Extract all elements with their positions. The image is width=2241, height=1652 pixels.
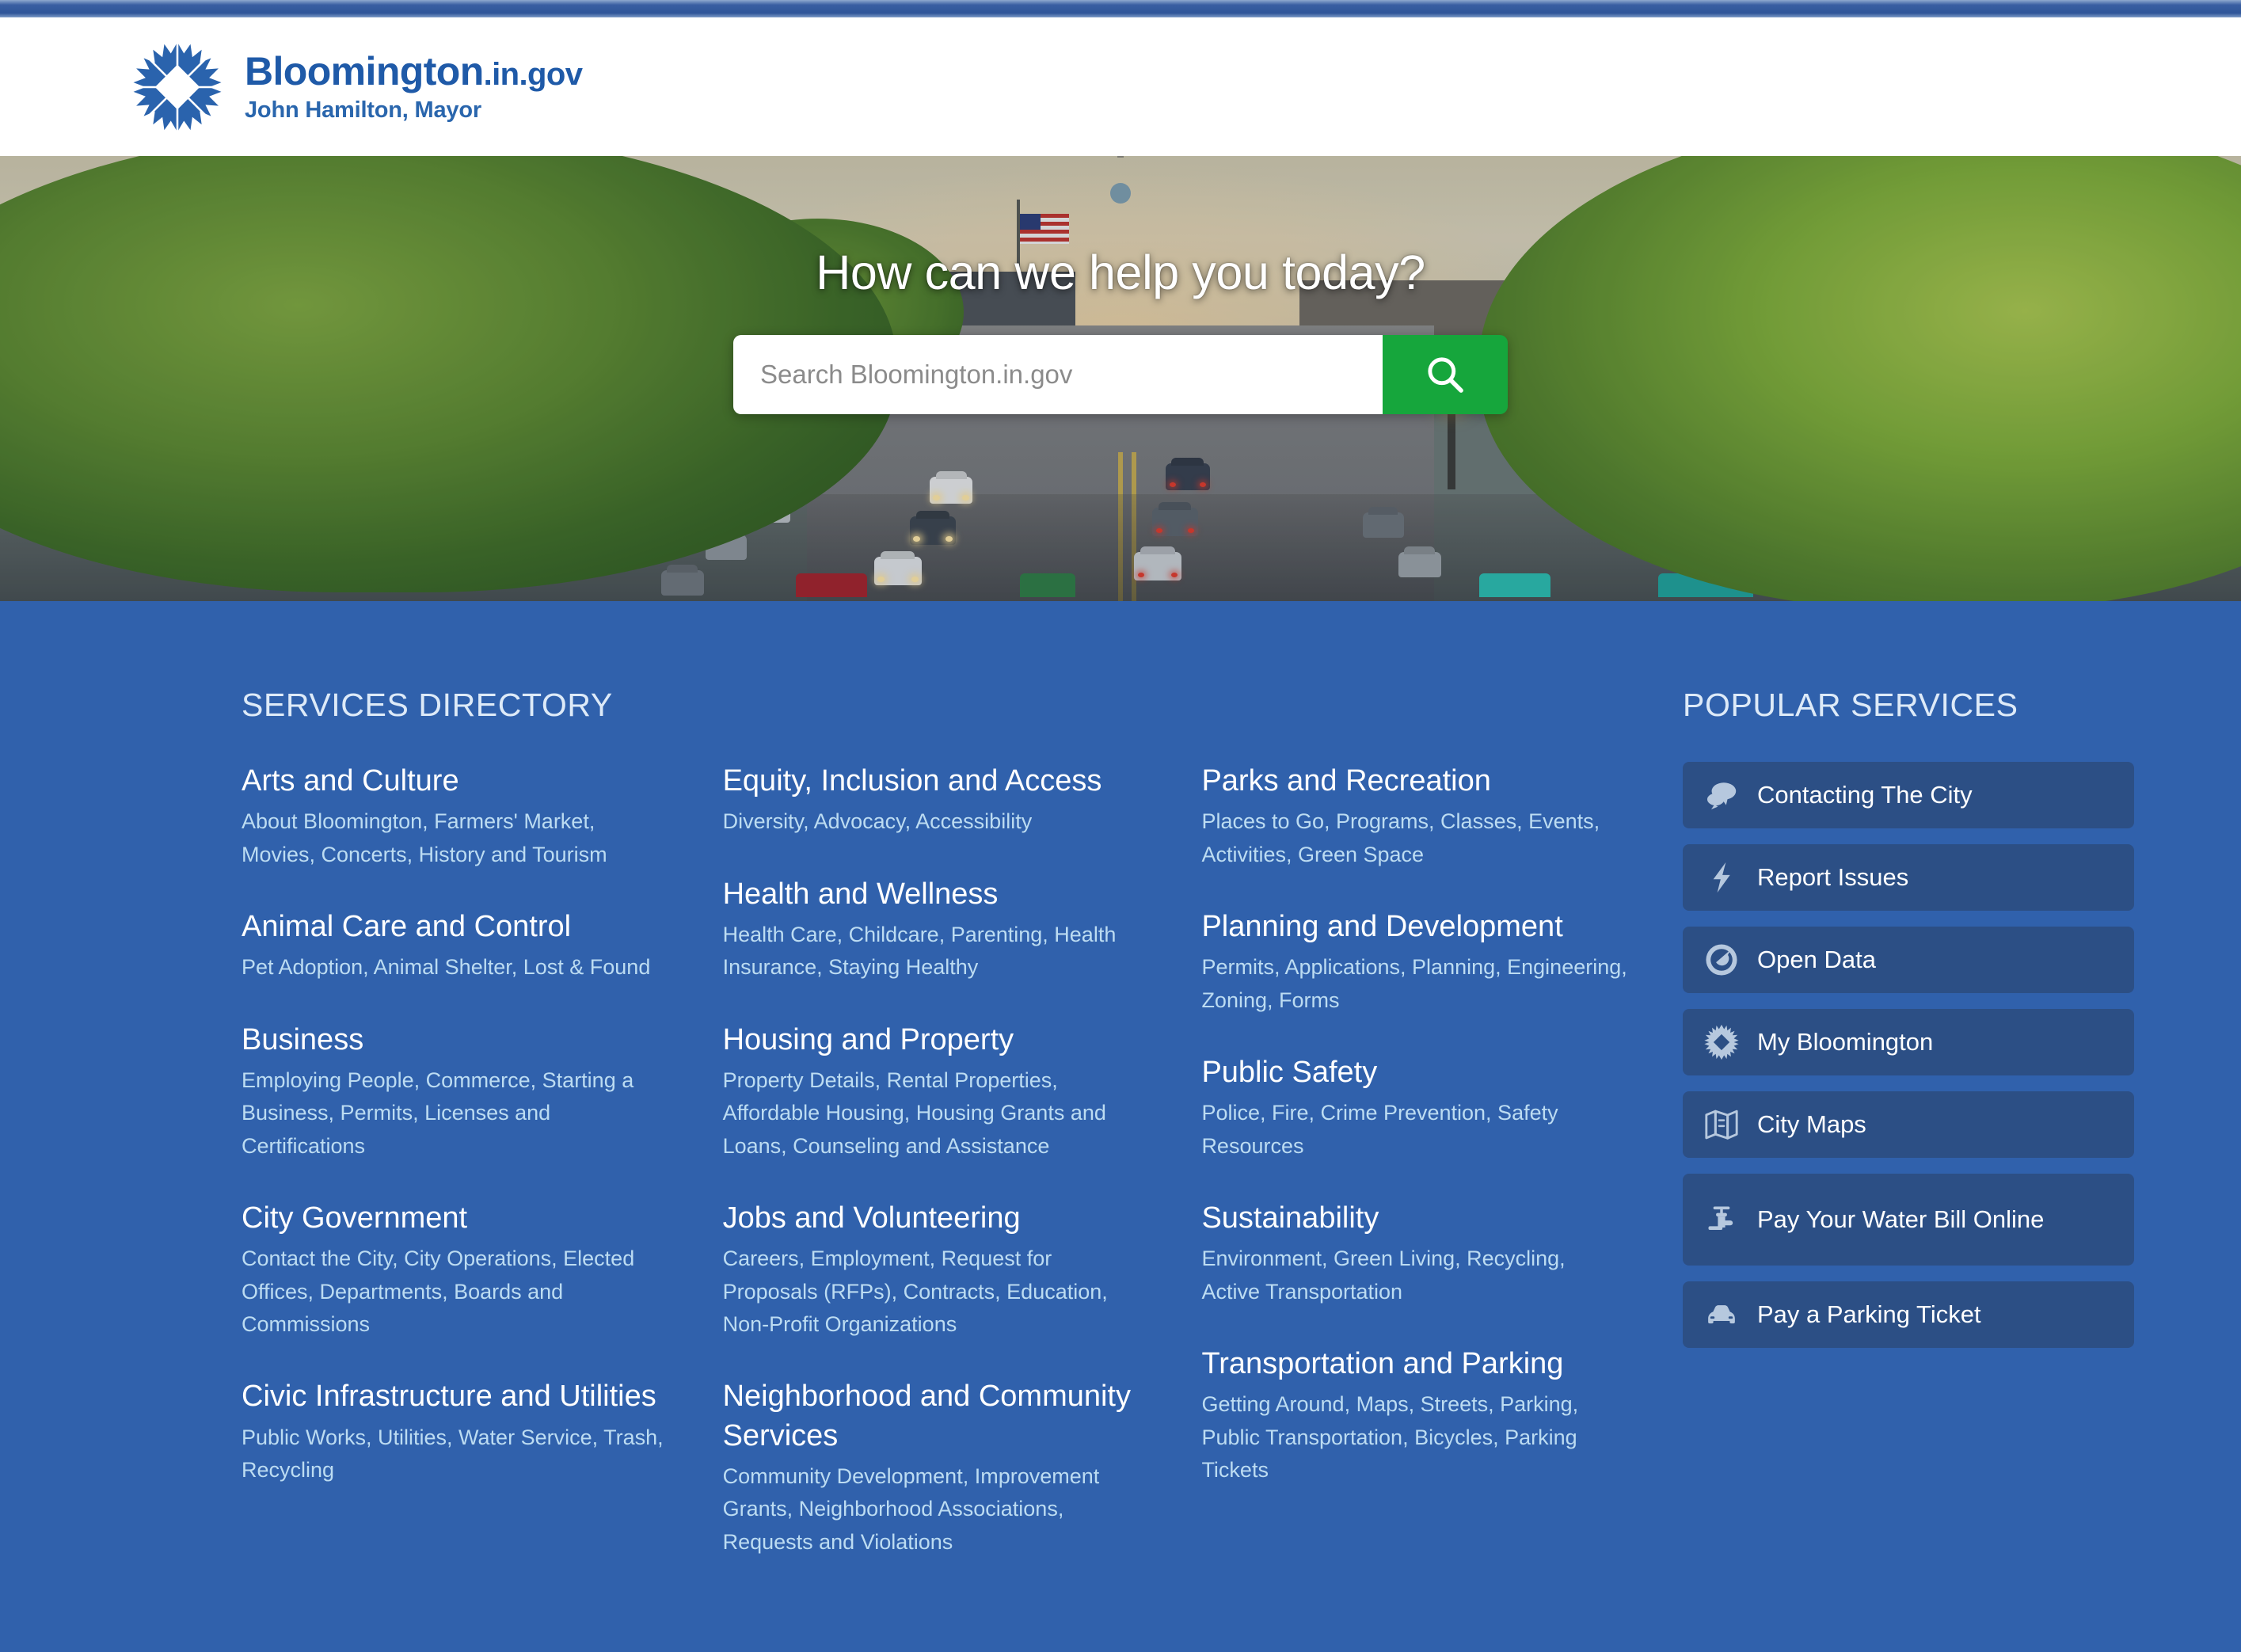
directory-category: City Government Contact the City, City O…	[242, 1199, 668, 1341]
popular-service-city-maps[interactable]: City Maps	[1683, 1091, 2134, 1158]
directory-column-1: Arts and Culture About Bloomington, Farm…	[242, 762, 723, 1595]
directory-column-2: Equity, Inclusion and Access Diversity, …	[723, 762, 1202, 1595]
popular-service-report-issues[interactable]: Report Issues	[1683, 844, 2134, 911]
starburst-icon	[1703, 1024, 1740, 1060]
popular-service-label: City Maps	[1757, 1110, 1866, 1139]
services-directory-heading: SERVICES DIRECTORY	[242, 687, 613, 723]
category-link[interactable]: Equity, Inclusion and Access	[723, 762, 1147, 801]
category-description[interactable]: Public Works, Utilities, Water Service, …	[242, 1422, 668, 1487]
category-link[interactable]: Jobs and Volunteering	[723, 1199, 1147, 1238]
hero-headline: How can we help you today?	[816, 246, 1425, 299]
category-description[interactable]: Environment, Green Living, Recycling, Ac…	[1201, 1243, 1627, 1308]
directory-category: Neighborhood and Community Services Comm…	[723, 1377, 1147, 1559]
category-description[interactable]: About Bloomington, Farmers' Market, Movi…	[242, 805, 668, 871]
popular-services-heading: POPULAR SERVICES	[1683, 687, 2018, 723]
search-icon	[1428, 357, 1463, 393]
category-link[interactable]: Arts and Culture	[242, 762, 668, 801]
popular-service-label: Report Issues	[1757, 863, 1909, 892]
directory-category: Planning and Development Permits, Applic…	[1201, 908, 1627, 1017]
category-description[interactable]: Contact the City, City Operations, Elect…	[242, 1243, 668, 1341]
faucet-icon	[1703, 1201, 1740, 1238]
category-description[interactable]: Getting Around, Maps, Streets, Parking, …	[1201, 1388, 1627, 1486]
site-header: Bloomington.in.gov John Hamilton, Mayor	[0, 17, 2241, 156]
directory-column-3: Parks and Recreation Places to Go, Progr…	[1201, 762, 1683, 1595]
popular-service-pay-water-bill[interactable]: Pay Your Water Bill Online	[1683, 1174, 2134, 1266]
top-accent-bar	[0, 0, 2241, 17]
chat-bubbles-icon	[1703, 777, 1740, 813]
category-description[interactable]: Places to Go, Programs, Classes, Events,…	[1201, 805, 1627, 871]
search-submit-button[interactable]	[1383, 335, 1508, 414]
category-link[interactable]: Animal Care and Control	[242, 908, 668, 946]
category-description[interactable]: Pet Adoption, Animal Shelter, Lost & Fou…	[242, 951, 668, 984]
popular-service-my-bloomington[interactable]: My Bloomington	[1683, 1009, 2134, 1075]
directory-category: Transportation and Parking Getting Aroun…	[1201, 1345, 1627, 1486]
popular-service-label: Pay a Parking Ticket	[1757, 1300, 1981, 1329]
popular-service-label: Contacting The City	[1757, 781, 1973, 809]
site-search-form	[733, 335, 1508, 414]
popular-service-label: Open Data	[1757, 946, 1876, 974]
logo-tld-text: .in.gov	[483, 56, 583, 92]
popular-service-label: Pay Your Water Bill Online	[1757, 1205, 2045, 1234]
category-link[interactable]: Sustainability	[1201, 1199, 1627, 1238]
category-link[interactable]: Housing and Property	[723, 1021, 1147, 1060]
site-logo[interactable]: Bloomington.in.gov John Hamilton, Mayor	[131, 40, 583, 134]
lightning-bolt-icon	[1703, 859, 1740, 896]
category-description[interactable]: Property Details, Rental Properties, Aff…	[723, 1064, 1147, 1163]
directory-category: Animal Care and Control Pet Adoption, An…	[242, 908, 668, 984]
car-icon	[1703, 1296, 1740, 1333]
directory-category: Health and Wellness Health Care, Childca…	[723, 875, 1147, 984]
popular-services-panel: POPULAR SERVICES Contacting The City Rep…	[1683, 687, 2134, 1595]
popular-service-pay-parking-ticket[interactable]: Pay a Parking Ticket	[1683, 1281, 2134, 1348]
category-description[interactable]: Careers, Employment, Request for Proposa…	[723, 1243, 1147, 1341]
category-description[interactable]: Diversity, Advocacy, Accessibility	[723, 805, 1147, 838]
category-link[interactable]: City Government	[242, 1199, 668, 1238]
logo-wordmark: Bloomington.in.gov	[245, 48, 583, 93]
bloomington-starburst-icon	[131, 40, 224, 134]
category-description[interactable]: Community Development, Improvement Grant…	[723, 1460, 1147, 1559]
directory-category: Sustainability Environment, Green Living…	[1201, 1199, 1627, 1308]
directory-category: Parks and Recreation Places to Go, Progr…	[1201, 762, 1627, 871]
services-directory: SERVICES DIRECTORY Arts and Culture Abou…	[107, 687, 1683, 1595]
directory-category: Civic Infrastructure and Utilities Publi…	[242, 1377, 668, 1486]
category-link[interactable]: Planning and Development	[1201, 908, 1627, 946]
category-link[interactable]: Transportation and Parking	[1201, 1345, 1627, 1384]
directory-category: Arts and Culture About Bloomington, Farm…	[242, 762, 668, 871]
main-content: SERVICES DIRECTORY Arts and Culture Abou…	[0, 601, 2241, 1652]
directory-category: Housing and Property Property Details, R…	[723, 1021, 1147, 1163]
directory-category: Equity, Inclusion and Access Diversity, …	[723, 762, 1147, 839]
directory-category: Business Employing People, Commerce, Sta…	[242, 1021, 668, 1163]
category-description[interactable]: Health Care, Childcare, Parenting, Healt…	[723, 919, 1147, 984]
popular-service-open-data[interactable]: Open Data	[1683, 927, 2134, 993]
popular-service-contacting-the-city[interactable]: Contacting The City	[1683, 762, 2134, 828]
popular-service-label: My Bloomington	[1757, 1028, 1934, 1056]
open-data-circle-icon	[1703, 942, 1740, 978]
category-link[interactable]: Parks and Recreation	[1201, 762, 1627, 801]
folded-map-icon	[1703, 1106, 1740, 1143]
directory-category: Jobs and Volunteering Careers, Employmen…	[723, 1199, 1147, 1341]
directory-category: Public Safety Police, Fire, Crime Preven…	[1201, 1053, 1627, 1163]
category-description[interactable]: Permits, Applications, Planning, Enginee…	[1201, 951, 1627, 1017]
logo-subtitle: John Hamilton, Mayor	[245, 97, 481, 123]
logo-title-text: Bloomington	[245, 48, 484, 93]
category-link[interactable]: Civic Infrastructure and Utilities	[242, 1377, 668, 1416]
hero-banner: Von How can we help you today?	[0, 156, 2241, 601]
category-description[interactable]: Employing People, Commerce, Starting a B…	[242, 1064, 668, 1163]
category-link[interactable]: Business	[242, 1021, 668, 1060]
search-input[interactable]	[733, 335, 1383, 414]
category-description[interactable]: Police, Fire, Crime Prevention, Safety R…	[1201, 1097, 1627, 1163]
category-link[interactable]: Health and Wellness	[723, 875, 1147, 914]
category-link[interactable]: Public Safety	[1201, 1053, 1627, 1092]
category-link[interactable]: Neighborhood and Community Services	[723, 1377, 1147, 1456]
